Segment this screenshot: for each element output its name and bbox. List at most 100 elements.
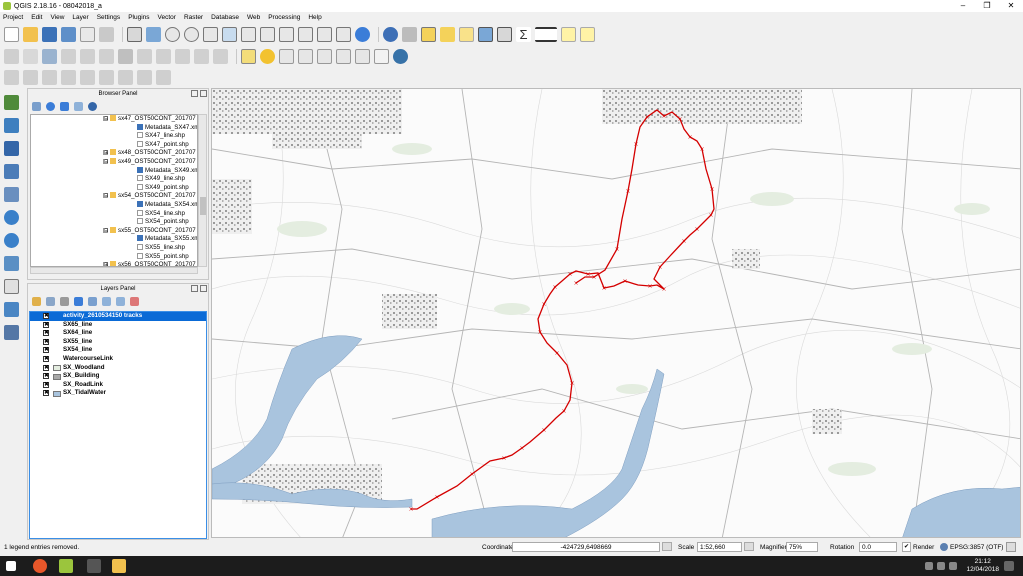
crs-globe-icon[interactable] xyxy=(940,543,948,551)
zoom-full-icon[interactable] xyxy=(222,26,237,42)
add-raster-layer-icon[interactable] xyxy=(4,118,19,133)
add-vector-layer-icon[interactable] xyxy=(4,95,19,110)
browser-item[interactable]: SX47_line.shp xyxy=(31,132,197,141)
rotate-label-icon[interactable] xyxy=(336,48,351,64)
scrollbar-thumb[interactable] xyxy=(200,197,206,215)
save-project-icon[interactable] xyxy=(42,26,57,42)
adv-tool-4-icon[interactable] xyxy=(61,69,76,85)
browser-item[interactable]: ⊟ sx47_OST50CONT_201707 xyxy=(31,115,197,124)
menu-plugins[interactable]: Plugins xyxy=(128,14,149,21)
browser-refresh-icon[interactable] xyxy=(46,101,55,111)
qgis-taskbar-icon[interactable] xyxy=(59,559,73,573)
menu-database[interactable]: Database xyxy=(211,14,239,21)
browser-item[interactable]: ⊞ sx48_OST50CONT_201707 xyxy=(31,149,197,158)
menu-layer[interactable]: Layer xyxy=(72,14,88,21)
panel-float-icon[interactable] xyxy=(191,90,198,97)
network-icon[interactable] xyxy=(937,562,945,570)
menu-processing[interactable]: Processing xyxy=(268,14,300,21)
manage-visibility-icon[interactable] xyxy=(60,296,69,306)
node-tool-icon[interactable] xyxy=(99,48,114,64)
taskbar-clock[interactable]: 21:12 12/04/2018 xyxy=(966,558,999,574)
layer-item[interactable]: ✖ SX_Woodland xyxy=(30,364,206,373)
browser-tree[interactable]: ⊟ sx47_OST50CONT_201707 Metadata_SX47.xml S… xyxy=(30,114,198,267)
zoom-to-selection-icon[interactable] xyxy=(241,26,256,42)
adv-tool-6-icon[interactable] xyxy=(99,69,114,85)
save-edits-icon[interactable] xyxy=(42,48,57,64)
new-project-icon[interactable] xyxy=(4,26,19,42)
layer-item[interactable]: ✖ WatercourseLink xyxy=(30,355,206,364)
tree-expander-icon[interactable]: ⊟ xyxy=(103,116,108,122)
expand-all-icon[interactable] xyxy=(102,296,111,306)
close-button[interactable]: ✕ xyxy=(999,0,1023,12)
zoom-in-icon[interactable] xyxy=(165,26,180,42)
text-annotation-icon[interactable] xyxy=(580,26,595,42)
adv-tool-1-icon[interactable] xyxy=(4,69,19,85)
menu-web[interactable]: Web xyxy=(247,14,260,21)
menu-raster[interactable]: Raster xyxy=(184,14,203,21)
menu-view[interactable]: View xyxy=(50,14,64,21)
current-edits-icon[interactable] xyxy=(4,48,19,64)
action-icon[interactable] xyxy=(402,26,417,42)
zoom-last-icon[interactable] xyxy=(279,26,294,42)
add-mssql-layer-icon[interactable] xyxy=(4,187,19,202)
add-wcs-layer-icon[interactable] xyxy=(4,256,19,271)
label-tool-icon[interactable] xyxy=(241,48,256,64)
properties-info-icon[interactable] xyxy=(88,101,97,111)
layer-item[interactable]: ✖ activity_2610534150 tracks xyxy=(30,312,206,321)
zoom-to-layer-icon[interactable] xyxy=(260,26,275,42)
refresh-icon[interactable] xyxy=(355,26,370,42)
adv-tool-8-icon[interactable] xyxy=(137,69,152,85)
coordinate-toggle-icon[interactable] xyxy=(662,542,672,551)
composer-manager-icon[interactable] xyxy=(99,26,114,42)
tree-expander-icon[interactable]: ⊞ xyxy=(103,150,108,156)
select-features-icon[interactable] xyxy=(421,26,436,42)
browser-item[interactable]: SX49_line.shp xyxy=(31,175,197,184)
zoom-actual-size-icon[interactable] xyxy=(203,26,218,42)
pan-map-icon[interactable] xyxy=(127,26,142,42)
add-postgis-layer-icon[interactable] xyxy=(4,141,19,156)
adv-tool-9-icon[interactable] xyxy=(156,69,171,85)
remove-layer-icon[interactable] xyxy=(130,296,139,306)
browser-item[interactable]: Metadata_SX47.xml xyxy=(31,123,197,133)
tree-expander-icon[interactable]: ⊟ xyxy=(103,193,108,199)
layer-visibility-checkbox[interactable]: ✖ xyxy=(43,355,49,362)
menu-help[interactable]: Help xyxy=(308,14,321,21)
layer-item[interactable]: ✖ SX55_line xyxy=(30,338,206,347)
zoom-out-icon[interactable] xyxy=(184,26,199,42)
panel-close-icon[interactable] xyxy=(200,285,207,292)
panel-close-icon[interactable] xyxy=(200,90,207,97)
scale-field[interactable]: 1:52,660 xyxy=(697,542,742,552)
menu-vector[interactable]: Vector xyxy=(158,14,176,21)
layer-visibility-checkbox[interactable]: ✖ xyxy=(43,373,49,380)
tray-icon-1[interactable] xyxy=(925,562,933,570)
browser-item[interactable]: SX55_line.shp xyxy=(31,243,197,253)
layer-visibility-checkbox[interactable]: ✖ xyxy=(43,338,49,345)
add-feature-icon[interactable] xyxy=(61,48,76,64)
undo-icon[interactable] xyxy=(194,48,209,64)
attribute-table-icon[interactable] xyxy=(478,26,493,42)
save-as-icon[interactable] xyxy=(61,26,76,42)
show-hide-labels-icon[interactable] xyxy=(298,48,313,64)
filter-legend-icon[interactable] xyxy=(74,296,83,306)
add-spatialite-layer-icon[interactable] xyxy=(4,164,19,179)
field-calculator-icon[interactable] xyxy=(497,26,512,42)
windows-start-icon[interactable] xyxy=(6,561,16,571)
layer-item[interactable]: ✖ SX_Building xyxy=(30,372,206,381)
paste-features-icon[interactable] xyxy=(175,48,190,64)
identify-icon[interactable] xyxy=(383,26,398,42)
open-layer-styling-icon[interactable] xyxy=(32,296,41,306)
browser-item[interactable]: SX55_point.shp xyxy=(31,252,197,262)
tree-expander-icon[interactable]: ⊟ xyxy=(103,158,108,164)
select-by-expression-icon[interactable] xyxy=(440,26,455,42)
layer-visibility-checkbox[interactable]: ✖ xyxy=(43,330,49,337)
browser-item[interactable]: Metadata_SX49.xml xyxy=(31,166,197,176)
layer-visibility-checkbox[interactable]: ✖ xyxy=(43,381,49,388)
layer-item[interactable]: ✖ SX_RoadLink xyxy=(30,381,206,390)
move-label-icon[interactable] xyxy=(317,48,332,64)
map-tips-icon[interactable] xyxy=(561,26,576,42)
layer-item[interactable]: ✖ SX54_line xyxy=(30,346,206,355)
adv-tool-7-icon[interactable] xyxy=(118,69,133,85)
layer-visibility-checkbox[interactable]: ✖ xyxy=(43,390,49,397)
python-console-icon[interactable] xyxy=(393,48,408,64)
change-label-icon[interactable] xyxy=(355,48,370,64)
